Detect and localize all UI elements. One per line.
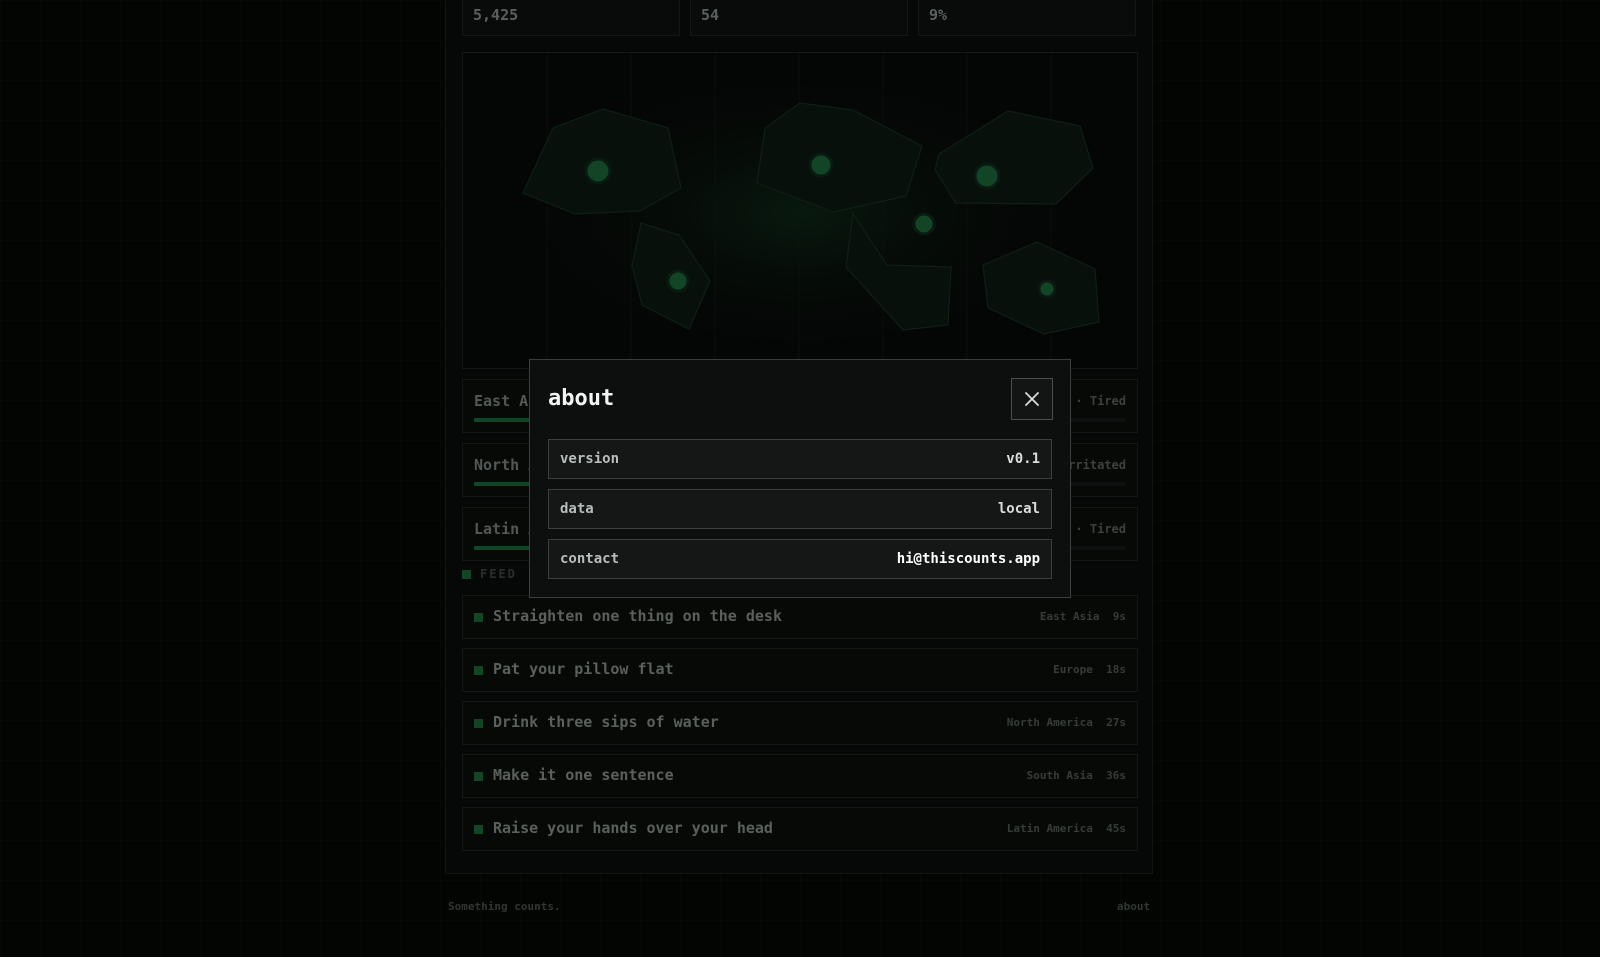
- contact-email-link[interactable]: hi@thiscounts.app: [897, 551, 1040, 567]
- info-value: local: [997, 501, 1040, 517]
- info-row-data: data local: [548, 489, 1052, 529]
- close-button[interactable]: [1011, 378, 1053, 420]
- info-key: data: [560, 501, 594, 517]
- info-key: contact: [560, 551, 620, 567]
- close-icon: [1025, 392, 1039, 406]
- info-row-contact: contact hi@thiscounts.app: [548, 539, 1052, 579]
- about-modal: about version v0.1 data local contact hi…: [529, 359, 1071, 598]
- info-row-version: version v0.1: [548, 439, 1052, 479]
- info-key: version: [560, 451, 620, 467]
- info-value: v0.1: [1006, 451, 1040, 467]
- modal-title: about: [548, 386, 615, 411]
